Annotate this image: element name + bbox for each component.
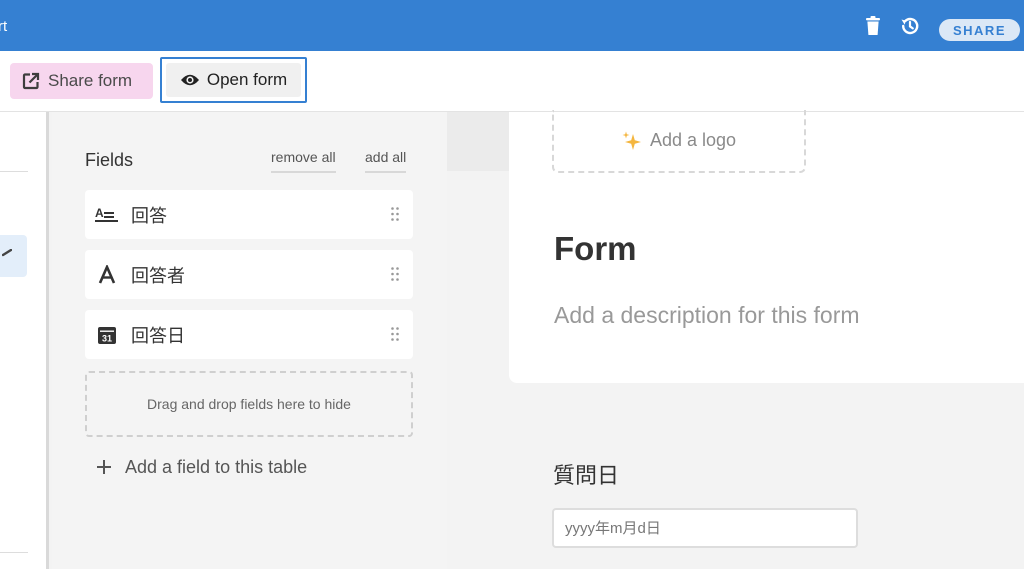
- checkmark-icon: [2, 249, 12, 257]
- sidebar-divider: [0, 171, 28, 172]
- sparkle-icon: [622, 131, 642, 151]
- fields-panel: Fields remove all add all A 回答 回答者 31 回答…: [52, 112, 447, 569]
- add-field-label: Add a field to this table: [125, 456, 308, 477]
- open-form-label: Open form: [206, 70, 288, 89]
- remove-all-button[interactable]: remove all: [271, 149, 336, 173]
- share-external-icon: [22, 72, 40, 90]
- add-logo-button[interactable]: Add a logo: [552, 110, 806, 173]
- share-form-label: Share form: [48, 71, 133, 90]
- form-toolbar: Share form Open form: [0, 51, 1024, 112]
- field-item[interactable]: 回答者: [85, 250, 413, 299]
- sidebar-divider-bottom: [0, 552, 28, 553]
- top-bar: rt SHARE: [0, 0, 1024, 51]
- field-item[interactable]: 31 回答日: [85, 310, 413, 359]
- share-button[interactable]: SHARE: [939, 19, 1020, 41]
- long-text-icon: A: [95, 203, 119, 227]
- question-label: 質問日: [553, 463, 620, 488]
- drop-zone-text: Drag and drop fields here to hide: [147, 396, 351, 412]
- sidebar-item-active[interactable]: [0, 235, 27, 277]
- view-sidebar: [0, 112, 49, 569]
- add-field-button[interactable]: Add a field to this table: [97, 455, 307, 479]
- svg-text:A: A: [95, 206, 104, 220]
- plus-icon: [97, 455, 111, 479]
- form-header-card: Add a logo Form Add a description for th…: [509, 110, 1024, 383]
- eye-icon: [180, 73, 200, 87]
- open-form-button[interactable]: Open form: [160, 57, 307, 103]
- field-item[interactable]: A 回答: [85, 190, 413, 239]
- field-label: 回答者: [131, 265, 185, 286]
- history-icon[interactable]: [899, 15, 921, 37]
- add-logo-label: Add a logo: [649, 130, 737, 150]
- field-label: 回答: [131, 205, 167, 226]
- form-description[interactable]: Add a description for this form: [554, 302, 860, 329]
- drag-handle-icon[interactable]: [391, 207, 399, 226]
- svg-text:31: 31: [102, 333, 112, 343]
- drag-handle-icon[interactable]: [391, 327, 399, 346]
- form-title[interactable]: Form: [554, 230, 637, 268]
- date-input[interactable]: [552, 508, 858, 548]
- hidden-fields-drop-zone[interactable]: Drag and drop fields here to hide: [85, 371, 413, 437]
- field-label: 回答日: [131, 325, 185, 346]
- add-all-button[interactable]: add all: [365, 149, 407, 173]
- trash-icon[interactable]: [862, 15, 884, 37]
- share-form-button[interactable]: Share form: [10, 63, 153, 99]
- text-icon: [95, 263, 119, 287]
- fields-title: Fields: [85, 150, 134, 170]
- base-title[interactable]: rt: [0, 18, 7, 35]
- calendar-icon: 31: [95, 323, 119, 347]
- form-background: [447, 112, 509, 171]
- drag-handle-icon[interactable]: [391, 267, 399, 286]
